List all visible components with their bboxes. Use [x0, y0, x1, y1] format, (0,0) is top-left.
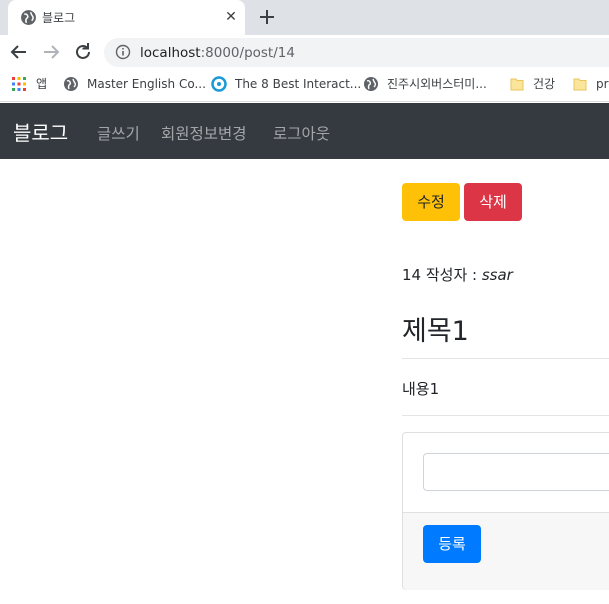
bookmark-label: 앱	[36, 77, 48, 91]
globe-icon	[21, 10, 36, 25]
globe-icon	[64, 77, 78, 91]
bookmarks-bar: 앱 Master English Co... The 8 Best Intera…	[0, 69, 609, 102]
navbar-brand[interactable]: 블로그	[13, 117, 68, 146]
url-text: localhost:8000/post/14	[140, 45, 295, 61]
browser-tab-strip: 블로그 ✕	[0, 0, 609, 35]
bookmark-label: Master English Co...	[87, 77, 206, 91]
nav-link-edit-profile[interactable]: 회원정보변경	[161, 122, 247, 144]
post-title: 제목1	[402, 316, 469, 347]
edit-button[interactable]: 수정	[402, 183, 460, 221]
forward-arrow-icon[interactable]	[39, 40, 63, 64]
reply-card-footer: 등록	[403, 512, 609, 590]
bookmark-label: 진주시외버스터미...	[387, 77, 487, 91]
close-tab-icon[interactable]: ✕	[221, 7, 241, 27]
site-navbar: 블로그 글쓰기 회원정보변경 로그아웃	[0, 103, 609, 159]
reply-card-body	[403, 433, 609, 512]
tab-title: 블로그	[42, 11, 76, 25]
globe-icon	[364, 77, 378, 91]
delete-button[interactable]: 삭제	[464, 183, 522, 221]
browser-toolbar: localhost:8000/post/14	[0, 35, 609, 69]
post-meta: 14 작성자 : ssar	[402, 264, 513, 285]
nav-link-logout[interactable]: 로그아웃	[273, 122, 330, 144]
folder-icon	[510, 78, 524, 91]
info-icon[interactable]	[115, 44, 131, 60]
reload-icon[interactable]	[71, 40, 95, 64]
submit-reply-button[interactable]: 등록	[423, 525, 481, 563]
browser-tab[interactable]: 블로그 ✕	[8, 0, 245, 35]
bookmark-label: 건강	[533, 77, 556, 91]
bookmark-label: pro	[596, 77, 609, 91]
divider	[402, 415, 609, 416]
nav-link-write[interactable]: 글쓰기	[97, 122, 140, 144]
author-label: 작성자 :	[421, 266, 482, 284]
folder-icon	[573, 78, 587, 91]
post-id: 14	[402, 266, 422, 284]
post-author: ssar	[481, 266, 513, 284]
reply-card: 등록	[402, 432, 609, 590]
back-arrow-icon[interactable]	[7, 40, 31, 64]
url-path: :8000/post/14	[200, 45, 295, 61]
site-logo-icon	[211, 76, 227, 92]
url-host: localhost	[140, 45, 201, 61]
divider	[402, 358, 609, 359]
reply-input[interactable]	[423, 453, 609, 491]
bookmark-label: The 8 Best Interact...	[235, 77, 362, 91]
apps-grid-icon	[12, 77, 26, 91]
address-bar[interactable]: localhost:8000/post/14	[104, 38, 609, 67]
post-content: 내용1	[402, 380, 440, 398]
new-tab-plus-icon[interactable]	[256, 6, 278, 28]
